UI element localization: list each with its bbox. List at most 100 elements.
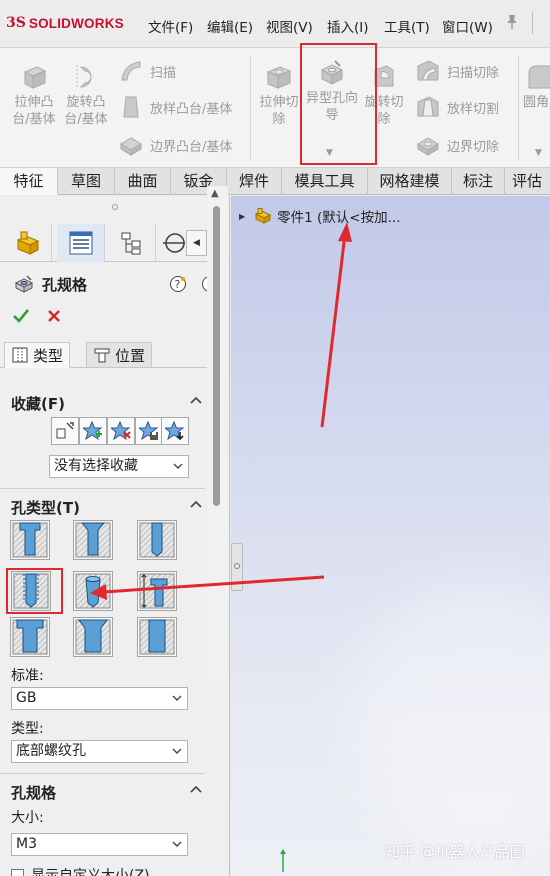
extruded-cut-button[interactable]: 拉伸切除 (255, 62, 303, 128)
dimxpert-tab[interactable] (158, 224, 186, 262)
tab-markup[interactable]: 标注 (452, 168, 505, 195)
tab-sketch[interactable]: 草图 (58, 168, 115, 195)
tab-surfaces[interactable]: 曲面 (115, 168, 171, 195)
add-favorite-button[interactable] (79, 417, 107, 445)
tab-mesh-modeling[interactable]: 网格建模 (368, 168, 452, 195)
crosshair-icon (163, 233, 185, 253)
chevron-up-icon[interactable] (190, 499, 202, 509)
type-dropdown[interactable]: 底部螺纹孔 (11, 740, 188, 763)
scroll-up-icon[interactable]: ▲ (211, 188, 219, 199)
manager-tabs: ◀ ▶ (0, 224, 230, 262)
panel-grip-handle[interactable] (112, 204, 118, 210)
part-icon (255, 208, 272, 224)
swept-cut-button[interactable]: 扫描切除 (415, 58, 499, 84)
save-favorite-button[interactable] (135, 417, 163, 445)
panel-splitter-handle[interactable] (231, 543, 243, 591)
save-favorite-icon (139, 421, 159, 441)
sweep-button[interactable]: 扫描 (118, 58, 176, 84)
apply-defaults-button[interactable] (51, 417, 79, 445)
svg-text:?: ? (175, 278, 181, 291)
ribbon-separator (518, 56, 519, 160)
graphics-area[interactable]: ▶ 零件1 (默认<按加... 知乎 @机器人产品圈 (231, 196, 550, 876)
standard-dropdown[interactable]: GB (11, 687, 188, 710)
menu-window[interactable]: 窗口(W) (442, 16, 493, 36)
menu-edit[interactable]: 编辑(E) (207, 16, 253, 36)
boundary-boss-button[interactable]: 边界凸台/基体 (118, 132, 232, 158)
hole-spec-subtabs: 类型 位置 (0, 340, 230, 368)
straight-hole-button[interactable] (137, 520, 177, 560)
hole-type-section-header[interactable]: 孔类型(T) (0, 494, 205, 518)
chevron-up-icon[interactable] (190, 395, 202, 405)
tab-features[interactable]: 特征 (0, 168, 58, 195)
property-manager-scrollbar[interactable]: ▲ (207, 186, 228, 680)
custom-size-label: 显示自定义大小(Z) (31, 868, 150, 876)
extruded-boss-icon (23, 66, 47, 89)
countersink-slot-button[interactable] (73, 617, 113, 657)
boundary-cut-icon (417, 137, 439, 156)
scroll-left-icon[interactable]: ◀ (186, 230, 207, 256)
cancel-x-icon[interactable] (46, 308, 62, 324)
property-manager-tab[interactable] (57, 224, 105, 262)
extruded-boss-button[interactable]: 拉伸凸台/基体 (8, 62, 60, 128)
slot-button[interactable] (137, 617, 177, 657)
loft-boss-button[interactable]: 放样凸台/基体 (118, 94, 232, 120)
delete-favorite-button[interactable] (107, 417, 135, 445)
favorites-dropdown[interactable]: 没有选择收藏 (49, 455, 189, 478)
size-label: 大小: (11, 810, 44, 826)
logo-ds: 3S (6, 15, 26, 31)
pipe-tapped-hole-button[interactable] (73, 571, 113, 611)
extruded-boss-label: 拉伸凸台/基体 (12, 95, 56, 127)
standard-dropdown-value: GB (16, 690, 37, 706)
lofted-cut-button[interactable]: 放样切割 (415, 94, 499, 120)
menu-file[interactable]: 文件(F) (148, 16, 193, 36)
tab-weldments[interactable]: 焊件 (227, 168, 282, 195)
legacy-hole-button[interactable] (137, 571, 177, 611)
tab-position[interactable]: 位置 (86, 342, 153, 368)
revolved-boss-button[interactable]: 旋转凸台/基体 (60, 62, 112, 128)
apply-defaults-icon (56, 422, 74, 439)
tab-type[interactable]: 类型 (4, 342, 71, 368)
load-favorite-button[interactable] (161, 417, 189, 445)
counterbore-hole-button[interactable] (10, 520, 50, 560)
boundary-cut-button[interactable]: 边界切除 (415, 132, 499, 158)
counterbore-slot-button[interactable] (10, 617, 50, 657)
chevron-up-icon[interactable] (190, 784, 202, 794)
menu-insert[interactable]: 插入(I) (327, 16, 369, 36)
feature-tree-part-label: 零件1 (默认<按加... (277, 210, 401, 226)
property-list-icon (69, 231, 92, 255)
swept-cut-label: 扫描切除 (447, 65, 500, 81)
position-tab-icon (94, 348, 110, 363)
tab-mold-tools[interactable]: 模具工具 (282, 168, 368, 195)
chevron-down-icon (172, 748, 182, 754)
whats-wrong-help-icon[interactable]: ? (169, 275, 187, 293)
boundary-boss-icon (120, 137, 142, 156)
expand-arrow-icon[interactable]: ▶ (239, 212, 245, 221)
feature-manager-tab[interactable] (4, 224, 52, 262)
hole-spec-section-header[interactable]: 孔规格 (0, 779, 205, 803)
ribbon-separator (250, 56, 251, 160)
favorites-section-header[interactable]: 收藏(F) (0, 390, 205, 414)
delete-favorite-icon (111, 421, 131, 441)
size-dropdown-value: M3 (16, 836, 37, 852)
countersink-hole-button[interactable] (73, 520, 113, 560)
pin-icon[interactable] (505, 14, 519, 30)
menu-view[interactable]: 视图(V) (266, 16, 313, 36)
load-favorite-icon (165, 421, 185, 441)
feature-tree-root[interactable]: ▶ 零件1 (默认<按加... (239, 206, 401, 226)
size-dropdown[interactable]: M3 (11, 833, 188, 856)
fillet-button[interactable]: 圆角 (523, 62, 550, 111)
fillet-dropdown-icon[interactable]: ▼ (535, 148, 542, 158)
configuration-manager-tab[interactable] (108, 224, 156, 262)
counterbore-icon (12, 522, 48, 558)
custom-size-checkbox[interactable] (11, 869, 24, 876)
configuration-tree-icon (121, 232, 140, 255)
tab-evaluate[interactable]: 评估 (505, 168, 550, 195)
scrollbar-thumb[interactable] (213, 206, 220, 506)
menu-tools[interactable]: 工具(T) (384, 16, 430, 36)
chevron-down-icon (172, 841, 182, 847)
ok-check-icon[interactable] (12, 308, 30, 324)
chevron-down-icon (173, 463, 183, 469)
legacy-hole-icon (139, 573, 175, 609)
solidworks-logo[interactable]: 3S SOLIDWORKS (6, 13, 124, 33)
fillet-label: 圆角 (523, 95, 550, 110)
